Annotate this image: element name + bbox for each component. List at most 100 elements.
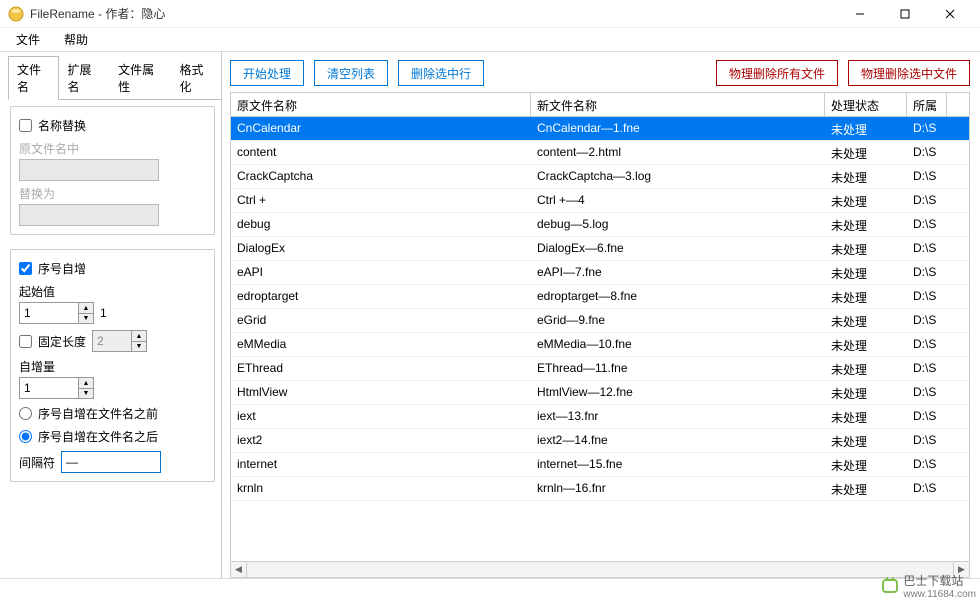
- clear-button[interactable]: 清空列表: [314, 60, 388, 86]
- file-table: 原文件名称 新文件名称 处理状态 所属 CnCalendarCnCalendar…: [230, 92, 970, 578]
- cell-new: edroptarget—8.fne: [531, 285, 825, 308]
- replace-to-input: [19, 204, 159, 226]
- table-row[interactable]: CrackCaptchaCrackCaptcha—3.log未处理D:\S: [231, 165, 969, 189]
- cell-new: content—2.html: [531, 141, 825, 164]
- cell-status: 未处理: [825, 285, 907, 308]
- cell-new: EThread—11.fne: [531, 357, 825, 380]
- tab-extension[interactable]: 扩展名: [59, 56, 110, 100]
- start-value-side: 1: [100, 306, 107, 320]
- sequence-checkbox[interactable]: 序号自增: [19, 260, 206, 277]
- table-row[interactable]: edroptargetedroptarget—8.fne未处理D:\S: [231, 285, 969, 309]
- minimize-button[interactable]: [837, 0, 882, 28]
- replace-from-label: 原文件名中: [19, 140, 206, 157]
- menu-file[interactable]: 文件: [6, 29, 50, 50]
- replace-checkbox-label: 名称替换: [38, 117, 86, 134]
- fixed-length-down: ▼: [131, 341, 147, 352]
- table-row[interactable]: krnlnkrnln—16.fnr未处理D:\S: [231, 477, 969, 501]
- table-row[interactable]: eAPIeAPI—7.fne未处理D:\S: [231, 261, 969, 285]
- th-status[interactable]: 处理状态: [825, 93, 907, 116]
- cell-new: DialogEx—6.fne: [531, 237, 825, 260]
- delete-selected-phys-button[interactable]: 物理删除选中文件: [848, 60, 970, 86]
- cell-status: 未处理: [825, 165, 907, 188]
- window-title: FileRename - 作者：隐心: [30, 5, 837, 22]
- cell-dir: D:\S: [907, 237, 947, 260]
- th-dir[interactable]: 所属: [907, 93, 947, 116]
- cell-status: 未处理: [825, 213, 907, 236]
- tab-filename[interactable]: 文件名: [8, 56, 59, 100]
- start-value-up[interactable]: ▲: [78, 302, 94, 313]
- start-button[interactable]: 开始处理: [230, 60, 304, 86]
- menu-help[interactable]: 帮助: [54, 29, 98, 50]
- radio-after-label: 序号自增在文件名之后: [38, 428, 158, 445]
- cell-new: HtmlView—12.fne: [531, 381, 825, 404]
- start-value-label: 起始值: [19, 283, 206, 300]
- cell-dir: D:\S: [907, 117, 947, 140]
- table-row[interactable]: debugdebug—5.log未处理D:\S: [231, 213, 969, 237]
- cell-status: 未处理: [825, 381, 907, 404]
- sidebar: 文件名 扩展名 文件属性 格式化 名称替换 原文件名中 替换为 序号自增: [0, 52, 222, 578]
- increment-input[interactable]: [19, 377, 79, 399]
- separator-input[interactable]: [61, 451, 161, 473]
- replace-checkbox[interactable]: 名称替换: [19, 117, 206, 134]
- sequence-checkbox-input[interactable]: [19, 262, 32, 275]
- radio-after[interactable]: 序号自增在文件名之后: [19, 428, 206, 445]
- status-bar: [0, 578, 980, 600]
- table-row[interactable]: internetinternet—15.fne未处理D:\S: [231, 453, 969, 477]
- watermark-icon: [881, 577, 899, 595]
- th-new[interactable]: 新文件名称: [531, 93, 825, 116]
- close-button[interactable]: [927, 0, 972, 28]
- radio-after-input[interactable]: [19, 430, 32, 443]
- table-header: 原文件名称 新文件名称 处理状态 所属: [231, 93, 969, 117]
- cell-old: iext2: [231, 429, 531, 452]
- scroll-left-icon[interactable]: ◀: [231, 562, 247, 578]
- increment-down[interactable]: ▼: [78, 388, 94, 399]
- start-value-down[interactable]: ▼: [78, 313, 94, 324]
- table-row[interactable]: eGrideGrid—9.fne未处理D:\S: [231, 309, 969, 333]
- cell-status: 未处理: [825, 237, 907, 260]
- radio-before[interactable]: 序号自增在文件名之前: [19, 405, 206, 422]
- radio-before-input[interactable]: [19, 407, 32, 420]
- table-row[interactable]: iextiext—13.fnr未处理D:\S: [231, 405, 969, 429]
- cell-dir: D:\S: [907, 213, 947, 236]
- cell-dir: D:\S: [907, 381, 947, 404]
- table-row[interactable]: Ctrl +Ctrl +—4未处理D:\S: [231, 189, 969, 213]
- cell-old: content: [231, 141, 531, 164]
- table-row[interactable]: CnCalendarCnCalendar—1.fne未处理D:\S: [231, 117, 969, 141]
- cell-old: eMMedia: [231, 333, 531, 356]
- horizontal-scrollbar[interactable]: ◀ ▶: [231, 561, 969, 577]
- table-row[interactable]: contentcontent—2.html未处理D:\S: [231, 141, 969, 165]
- delete-all-phys-button[interactable]: 物理删除所有文件: [716, 60, 838, 86]
- increment-up[interactable]: ▲: [78, 377, 94, 388]
- sidebar-tabs: 文件名 扩展名 文件属性 格式化: [8, 56, 221, 100]
- delete-selected-button[interactable]: 删除选中行: [398, 60, 484, 86]
- cell-status: 未处理: [825, 453, 907, 476]
- fixed-length-checkbox[interactable]: 固定长度: [19, 333, 86, 350]
- table-row[interactable]: HtmlViewHtmlView—12.fne未处理D:\S: [231, 381, 969, 405]
- table-row[interactable]: iext2iext2—14.fne未处理D:\S: [231, 429, 969, 453]
- replace-checkbox-input[interactable]: [19, 119, 32, 132]
- titlebar: FileRename - 作者：隐心: [0, 0, 980, 28]
- cell-old: debug: [231, 213, 531, 236]
- increment-label: 自增量: [19, 358, 206, 375]
- cell-dir: D:\S: [907, 141, 947, 164]
- start-value-input[interactable]: [19, 302, 79, 324]
- replace-to-label: 替换为: [19, 185, 206, 202]
- fixed-length-label: 固定长度: [38, 333, 86, 350]
- cell-status: 未处理: [825, 141, 907, 164]
- tab-attributes[interactable]: 文件属性: [109, 56, 170, 100]
- cell-dir: D:\S: [907, 357, 947, 380]
- cell-status: 未处理: [825, 117, 907, 140]
- app-icon: [8, 6, 24, 22]
- table-row[interactable]: EThreadEThread—11.fne未处理D:\S: [231, 357, 969, 381]
- sequence-checkbox-label: 序号自增: [38, 260, 86, 277]
- table-row[interactable]: eMMediaeMMedia—10.fne未处理D:\S: [231, 333, 969, 357]
- cell-old: edroptarget: [231, 285, 531, 308]
- cell-status: 未处理: [825, 333, 907, 356]
- cell-old: eGrid: [231, 309, 531, 332]
- fixed-length-checkbox-input[interactable]: [19, 335, 32, 348]
- tab-format[interactable]: 格式化: [170, 56, 221, 100]
- cell-old: CnCalendar: [231, 117, 531, 140]
- maximize-button[interactable]: [882, 0, 927, 28]
- table-row[interactable]: DialogExDialogEx—6.fne未处理D:\S: [231, 237, 969, 261]
- th-old[interactable]: 原文件名称: [231, 93, 531, 116]
